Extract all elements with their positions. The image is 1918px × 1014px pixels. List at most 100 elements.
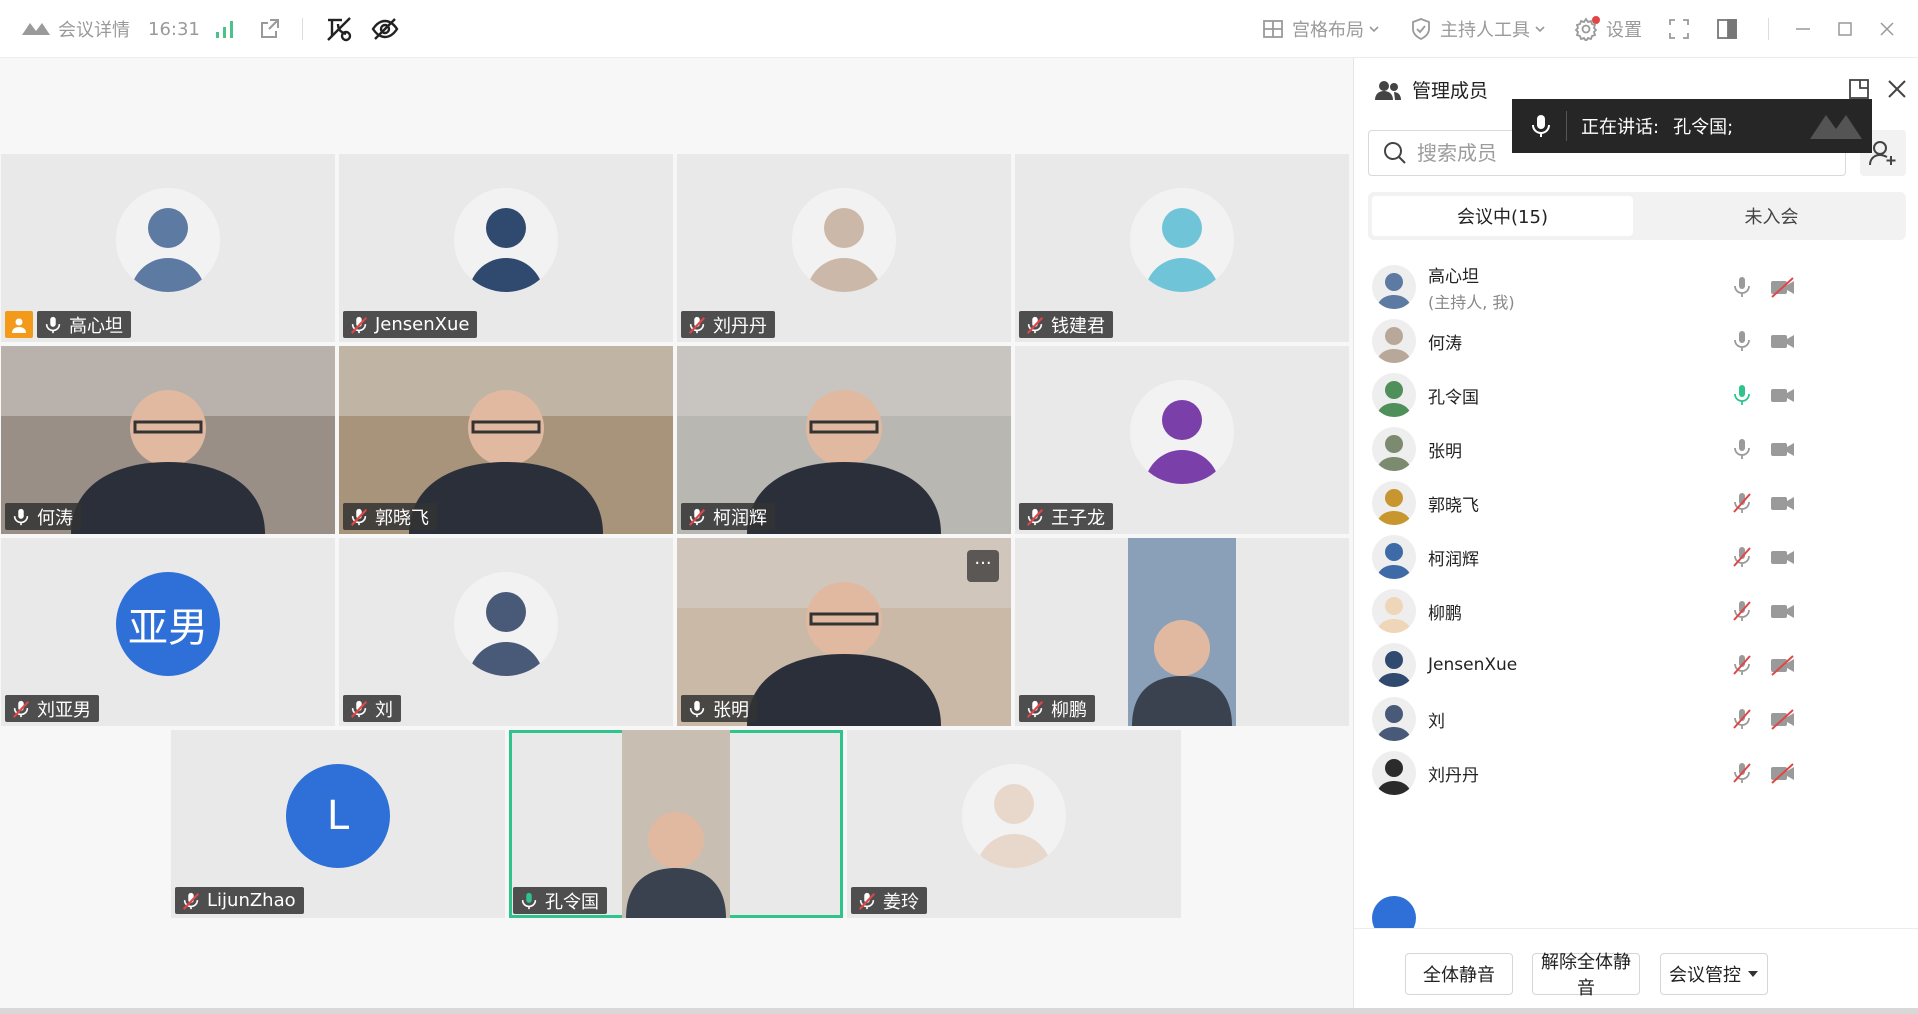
video-tile[interactable]: 姜玲	[847, 730, 1181, 918]
member-name: 刘	[1428, 711, 1445, 732]
member-row[interactable]: 郭晓飞	[1354, 476, 1918, 530]
mic-icon	[687, 699, 707, 719]
video-tile[interactable]: 张明 ···	[677, 538, 1011, 726]
member-name-block: 何涛	[1428, 329, 1462, 354]
video-tile[interactable]: 刘	[339, 538, 673, 726]
member-row[interactable]: 张明	[1354, 422, 1918, 476]
no-record-icon[interactable]	[324, 0, 354, 58]
shield-icon	[1412, 18, 1430, 41]
host-tools-button[interactable]: 主持人工具	[1410, 0, 1546, 58]
camera-off-icon[interactable]	[1770, 653, 1796, 677]
member-avatar	[1372, 265, 1416, 309]
member-row[interactable]: 何涛	[1354, 314, 1918, 368]
member-panel: 管理成员 会议中(15) 未入会 刘丹丹 刘 JensenXue 柳鹏 柯润辉 郭晓飞 张明…	[1353, 58, 1918, 1008]
mic-icon[interactable]	[1730, 275, 1754, 299]
hide-icon[interactable]	[370, 0, 400, 58]
grid-icon	[1263, 20, 1283, 38]
participant-avatar	[1130, 188, 1234, 292]
video-tile[interactable]: JensenXue	[339, 154, 673, 342]
camera-icon[interactable]	[1770, 545, 1796, 569]
participant-name: 刘	[375, 699, 393, 721]
mute-all-button[interactable]: 全体静音	[1405, 953, 1513, 995]
camera-off-icon[interactable]	[1770, 761, 1796, 785]
minimize-icon[interactable]	[1794, 0, 1812, 58]
member-row[interactable]: JensenXue	[1354, 638, 1918, 692]
mic-muted-icon[interactable]	[1730, 761, 1754, 785]
close-panel-icon[interactable]	[1886, 78, 1908, 104]
participant-avatar	[792, 188, 896, 292]
video-tile[interactable]: L LijunZhao	[171, 730, 505, 918]
participant-nametag: 何涛	[5, 503, 81, 530]
participant-nametag: 高心坦	[37, 311, 131, 338]
camera-icon[interactable]	[1770, 599, 1796, 623]
member-avatar	[1372, 373, 1416, 417]
mic-muted-icon[interactable]	[1730, 491, 1754, 515]
grid-layout-button[interactable]: 宫格布局	[1262, 0, 1380, 58]
mic-icon[interactable]	[1730, 383, 1754, 407]
participant-nametag: JensenXue	[343, 311, 478, 338]
unmute-all-button[interactable]: 解除全体静音	[1532, 952, 1640, 999]
speaking-label: 正在讲话:	[1581, 117, 1660, 138]
member-row[interactable]: 高心坦 (主持人, 我)	[1354, 260, 1918, 314]
member-name-block: 刘丹丹	[1428, 761, 1479, 786]
member-row[interactable]: 刘	[1354, 692, 1918, 746]
participant-avatar	[454, 572, 558, 676]
mic-muted-icon	[11, 699, 31, 719]
video-tile[interactable]: 柯润辉	[677, 346, 1011, 534]
close-window-icon[interactable]	[1878, 0, 1896, 58]
participant-name: 孔令国	[545, 891, 599, 913]
mic-icon[interactable]	[1730, 329, 1754, 353]
member-avatar	[1372, 589, 1416, 633]
video-tile[interactable]: 刘丹丹	[677, 154, 1011, 342]
video-tile[interactable]: 何涛	[1, 346, 335, 534]
participant-video	[1128, 538, 1236, 726]
video-tile[interactable]: 王子龙	[1015, 346, 1349, 534]
members-icon	[1375, 80, 1401, 100]
tab-not-joined[interactable]: 未入会	[1641, 196, 1902, 236]
meeting-control-button[interactable]: 会议管控	[1660, 953, 1768, 995]
share-out-icon[interactable]	[258, 0, 282, 58]
participant-nametag: 刘丹丹	[681, 311, 775, 338]
mic-icon	[519, 891, 539, 911]
member-row[interactable]: 柳鹏	[1354, 584, 1918, 638]
mic-icon[interactable]	[1730, 437, 1754, 461]
mic-muted-icon[interactable]	[1730, 653, 1754, 677]
video-tile[interactable]: 孔令国	[509, 730, 843, 918]
video-tile[interactable]: 亚男 刘亚男	[1, 538, 335, 726]
participant-name: 柯润辉	[713, 507, 767, 529]
chevron-down-icon	[1535, 26, 1545, 33]
member-row[interactable]: 孔令国	[1354, 368, 1918, 422]
meeting-details-button[interactable]: 会议详情	[20, 0, 130, 58]
camera-off-icon[interactable]	[1770, 275, 1796, 299]
more-options-button[interactable]: ···	[967, 550, 999, 582]
member-name: 柳鹏	[1428, 603, 1462, 624]
video-tile[interactable]: 柳鹏	[1015, 538, 1349, 726]
sidebar-toggle-icon[interactable]	[1716, 0, 1738, 58]
mic-muted-icon	[1025, 699, 1045, 719]
camera-off-icon[interactable]	[1770, 707, 1796, 731]
fullscreen-icon[interactable]	[1668, 0, 1690, 58]
tab-in-meeting[interactable]: 会议中(15)	[1372, 196, 1633, 236]
camera-icon[interactable]	[1770, 491, 1796, 515]
signal-icon[interactable]	[214, 0, 236, 58]
settings-button[interactable]: 设置	[1574, 0, 1642, 58]
mic-muted-icon[interactable]	[1730, 545, 1754, 569]
member-name-block: JensenXue	[1428, 655, 1517, 675]
camera-icon[interactable]	[1770, 383, 1796, 407]
member-row[interactable]: 刘丹丹	[1354, 746, 1918, 800]
member-name-block: 柯润辉	[1428, 545, 1479, 570]
camera-icon[interactable]	[1770, 329, 1796, 353]
camera-icon[interactable]	[1770, 437, 1796, 461]
participant-name: 王子龙	[1051, 507, 1105, 529]
caret-down-icon	[1748, 971, 1758, 977]
mic-muted-icon[interactable]	[1730, 707, 1754, 731]
video-tile[interactable]: 郭晓飞	[339, 346, 673, 534]
host-tools-label: 主持人工具	[1440, 20, 1530, 41]
mic-muted-icon[interactable]	[1730, 599, 1754, 623]
member-row[interactable]: 柯润辉	[1354, 530, 1918, 584]
video-grid: 高心坦 JensenXue 刘丹丹 钱建君何涛 郭晓飞柯润辉 王子龙亚男 刘亚男刘 张明 ···…	[0, 58, 1352, 1008]
participant-nametag: 姜玲	[851, 887, 927, 914]
video-tile[interactable]: 钱建君	[1015, 154, 1349, 342]
video-tile[interactable]: 高心坦	[1, 154, 335, 342]
maximize-icon[interactable]	[1836, 0, 1854, 58]
